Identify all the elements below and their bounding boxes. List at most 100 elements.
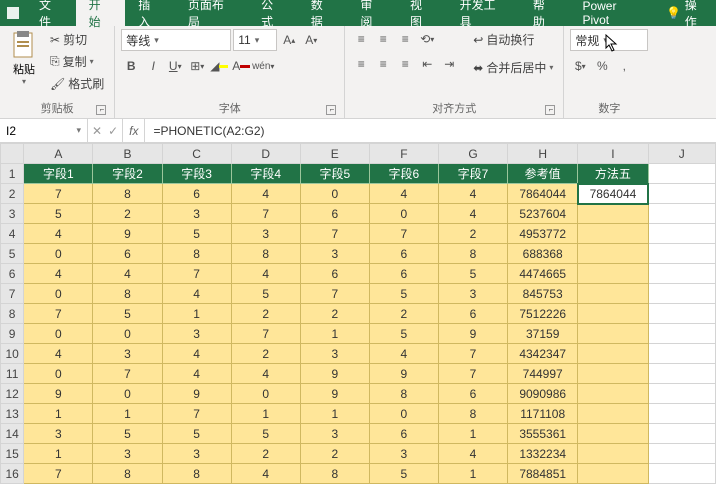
cell[interactable]: 2 bbox=[93, 204, 162, 224]
cell[interactable] bbox=[578, 424, 648, 444]
cell[interactable] bbox=[648, 404, 715, 424]
name-box[interactable]: I2▾ bbox=[0, 119, 88, 142]
cell[interactable]: 8 bbox=[162, 244, 231, 264]
cell[interactable]: 4 bbox=[231, 364, 300, 384]
cell[interactable]: 7 bbox=[24, 304, 93, 324]
cell[interactable]: 4 bbox=[438, 444, 507, 464]
cell[interactable] bbox=[648, 384, 715, 404]
cell[interactable]: 0 bbox=[231, 384, 300, 404]
cell[interactable]: 6 bbox=[93, 244, 162, 264]
cell[interactable]: 5 bbox=[93, 304, 162, 324]
row-header[interactable]: 1 bbox=[1, 164, 24, 184]
dialog-launcher-icon[interactable]: ⌐ bbox=[96, 105, 106, 115]
cell[interactable]: 4474665 bbox=[508, 264, 578, 284]
cell[interactable]: 7 bbox=[438, 344, 507, 364]
cell[interactable]: 6 bbox=[300, 264, 369, 284]
cell[interactable]: 0 bbox=[24, 364, 93, 384]
cell[interactable]: 4 bbox=[162, 284, 231, 304]
cell[interactable]: 6 bbox=[369, 264, 438, 284]
tab-home[interactable]: 开始 bbox=[76, 0, 126, 26]
column-header[interactable]: F bbox=[369, 144, 438, 164]
cell[interactable]: 0 bbox=[24, 284, 93, 304]
cell[interactable]: 7 bbox=[300, 224, 369, 244]
phonetic-button[interactable]: wén▾ bbox=[253, 56, 273, 76]
align-middle-button[interactable]: ≡ bbox=[373, 29, 393, 49]
table-header-cell[interactable]: 字段7 bbox=[438, 164, 507, 184]
row-header[interactable]: 11 bbox=[1, 364, 24, 384]
column-header[interactable]: C bbox=[162, 144, 231, 164]
row-header[interactable]: 4 bbox=[1, 224, 24, 244]
fx-button[interactable]: fx bbox=[123, 119, 145, 142]
align-center-button[interactable]: ≡ bbox=[373, 54, 393, 74]
column-header[interactable]: B bbox=[93, 144, 162, 164]
tab-pivot[interactable]: Power Pivot bbox=[569, 0, 658, 26]
cell[interactable]: 37159 bbox=[508, 324, 578, 344]
cell[interactable] bbox=[578, 224, 648, 244]
row-header[interactable]: 9 bbox=[1, 324, 24, 344]
underline-button[interactable]: U▾ bbox=[165, 56, 185, 76]
cell[interactable] bbox=[648, 304, 715, 324]
cell[interactable]: 5 bbox=[162, 224, 231, 244]
cell[interactable] bbox=[648, 464, 715, 484]
tab-data[interactable]: 数据 bbox=[298, 0, 348, 26]
cell[interactable] bbox=[648, 184, 715, 204]
cell[interactable]: 9 bbox=[93, 224, 162, 244]
currency-button[interactable]: $▾ bbox=[570, 56, 590, 76]
cell[interactable] bbox=[578, 244, 648, 264]
cell[interactable]: 744997 bbox=[508, 364, 578, 384]
cell[interactable]: 0 bbox=[93, 324, 162, 344]
spreadsheet-grid[interactable]: ABCDEFGHIJ1字段1字段2字段3字段4字段5字段6字段7参考值方法五27… bbox=[0, 143, 716, 484]
column-header[interactable]: H bbox=[508, 144, 578, 164]
cell[interactable]: 3 bbox=[162, 444, 231, 464]
cell[interactable]: 6 bbox=[438, 304, 507, 324]
cell[interactable]: 4342347 bbox=[508, 344, 578, 364]
tab-view[interactable]: 视图 bbox=[397, 0, 447, 26]
cell[interactable]: 4 bbox=[438, 184, 507, 204]
cell[interactable]: 9 bbox=[24, 384, 93, 404]
dialog-launcher-icon[interactable]: ⌐ bbox=[326, 105, 336, 115]
cell[interactable]: 4 bbox=[438, 204, 507, 224]
increase-font-button[interactable]: A▴ bbox=[279, 30, 299, 50]
formula-input[interactable]: =PHONETIC(A2:G2) bbox=[145, 119, 716, 142]
cell[interactable]: 3 bbox=[300, 424, 369, 444]
cell[interactable]: 7884851 bbox=[508, 464, 578, 484]
cell[interactable]: 7 bbox=[93, 364, 162, 384]
row-header[interactable]: 12 bbox=[1, 384, 24, 404]
indent-dec-button[interactable]: ⇤ bbox=[417, 54, 437, 74]
cell[interactable]: 8 bbox=[438, 404, 507, 424]
cell[interactable]: 8 bbox=[93, 284, 162, 304]
fill-color-button[interactable]: ◢ bbox=[209, 56, 229, 76]
cell[interactable]: 3 bbox=[300, 344, 369, 364]
merge-button[interactable]: ⬌合并后居中▾ bbox=[469, 57, 557, 78]
cell[interactable]: 7 bbox=[24, 464, 93, 484]
cell[interactable] bbox=[578, 384, 648, 404]
cell[interactable]: 6 bbox=[438, 384, 507, 404]
cell[interactable]: 7 bbox=[300, 284, 369, 304]
cell[interactable] bbox=[648, 344, 715, 364]
cell[interactable]: 7 bbox=[369, 224, 438, 244]
cell[interactable]: 1 bbox=[300, 404, 369, 424]
cell[interactable]: 5 bbox=[231, 424, 300, 444]
row-header[interactable]: 5 bbox=[1, 244, 24, 264]
table-header-cell[interactable]: 参考值 bbox=[508, 164, 578, 184]
cell[interactable]: 0 bbox=[93, 384, 162, 404]
cell[interactable]: 845753 bbox=[508, 284, 578, 304]
cell[interactable]: 5 bbox=[369, 284, 438, 304]
cell[interactable]: 3 bbox=[300, 244, 369, 264]
cell[interactable]: 0 bbox=[300, 184, 369, 204]
cell[interactable] bbox=[578, 284, 648, 304]
cell[interactable]: 0 bbox=[24, 324, 93, 344]
cell[interactable]: 1 bbox=[24, 444, 93, 464]
number-format-select[interactable]: 常规▾ bbox=[570, 29, 648, 51]
row-header[interactable]: 13 bbox=[1, 404, 24, 424]
format-painter-button[interactable]: 🖌格式刷 bbox=[46, 73, 108, 94]
column-header[interactable]: J bbox=[648, 144, 715, 164]
table-header-cell[interactable]: 字段4 bbox=[231, 164, 300, 184]
table-header-cell[interactable]: 字段2 bbox=[93, 164, 162, 184]
cell[interactable]: 8 bbox=[231, 244, 300, 264]
cell[interactable]: 3 bbox=[93, 444, 162, 464]
row-header[interactable]: 7 bbox=[1, 284, 24, 304]
font-color-button[interactable]: A bbox=[231, 56, 251, 76]
align-left-button[interactable]: ≡ bbox=[351, 54, 371, 74]
cell[interactable]: 7 bbox=[231, 324, 300, 344]
